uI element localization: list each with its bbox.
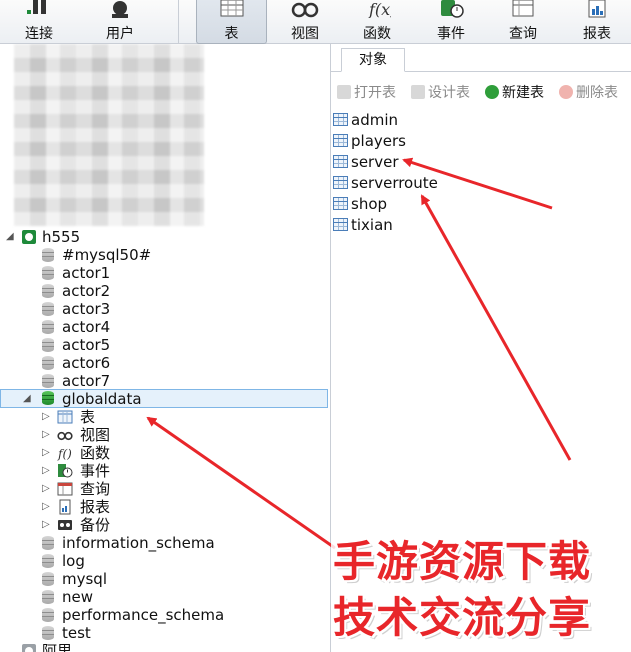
tree-node-backups[interactable]: ▷ 备份 <box>0 516 330 534</box>
table-icon <box>57 410 73 424</box>
table-icon <box>220 0 243 17</box>
database-icon <box>42 374 54 388</box>
collapse-arrow-icon[interactable]: ◢ <box>6 230 16 244</box>
database-icon <box>42 572 54 586</box>
database-open-icon <box>42 391 54 405</box>
table-icon <box>333 176 348 189</box>
view-icon <box>291 2 319 18</box>
database-icon <box>42 590 54 604</box>
toolbar-table-button[interactable]: 表 <box>196 0 267 44</box>
add-icon <box>485 85 499 99</box>
toolbar-user-button[interactable]: 用户 <box>90 0 150 44</box>
expand-arrow-icon[interactable]: ▷ <box>42 500 52 514</box>
event-icon <box>58 464 73 478</box>
tree-db-actor6[interactable]: actor6 <box>0 354 330 372</box>
toolbar-report-button[interactable]: 报表 <box>564 0 630 44</box>
new-table-button[interactable]: 新建表 <box>485 82 544 101</box>
svg-text:f(x): f(x) <box>368 0 391 18</box>
object-actions-bar: 打开表 设计表 新建表 删除表 <box>331 78 631 104</box>
expand-arrow-icon[interactable]: ▷ <box>42 446 52 460</box>
report-icon <box>588 0 606 18</box>
view-icon <box>57 431 73 441</box>
design-table-button[interactable]: 设计表 <box>411 82 470 101</box>
toolbar-event-button[interactable]: 事件 <box>418 0 484 44</box>
delete-table-button[interactable]: 删除表 <box>559 82 618 101</box>
database-icon <box>42 554 54 568</box>
tree-db-information-schema[interactable]: information_schema <box>0 534 330 552</box>
table-icon <box>333 113 348 126</box>
report-icon <box>59 499 71 515</box>
connection-icon <box>22 644 36 652</box>
tree-node-views[interactable]: ▷ 视图 <box>0 426 330 444</box>
tree-db-actor7[interactable]: actor7 <box>0 372 330 390</box>
event-icon <box>441 0 464 18</box>
main-toolbar: 连接 用户 表 视图 f(x) 函数 事件 查询 报表 <box>0 0 631 44</box>
tree-db-actor2[interactable]: actor2 <box>0 282 330 300</box>
tree-db-actor3[interactable]: actor3 <box>0 300 330 318</box>
collapse-arrow-icon[interactable]: ◢ <box>23 392 33 406</box>
expand-arrow-icon[interactable]: ▷ <box>42 518 52 532</box>
tree-db-actor5[interactable]: actor5 <box>0 336 330 354</box>
svg-text:f(): f() <box>57 447 72 461</box>
database-icon <box>42 356 54 370</box>
table-icon <box>333 134 348 147</box>
tree-node-events[interactable]: ▷ 事件 <box>0 462 330 480</box>
tree-connection-h555[interactable]: ◢ h555 <box>0 228 330 246</box>
design-table-icon <box>411 85 425 99</box>
query-icon <box>512 0 534 17</box>
tab-objects[interactable]: 对象 <box>341 48 405 72</box>
table-icon <box>333 197 348 210</box>
function-icon: f(x) <box>368 0 391 18</box>
table-icon <box>333 218 348 231</box>
database-icon <box>42 248 54 262</box>
object-tabbar: 对象 <box>331 44 631 72</box>
tree-node-tables[interactable]: ▷ 表 <box>0 408 330 426</box>
tree-db-log[interactable]: log <box>0 552 330 570</box>
open-table-icon <box>337 85 351 99</box>
tree-db-actor1[interactable]: actor1 <box>0 264 330 282</box>
toolbar-view-button[interactable]: 视图 <box>272 0 338 44</box>
redacted-connections <box>14 44 204 226</box>
database-icon <box>42 302 54 316</box>
tree-connection-aliyun[interactable]: 阿里 <box>0 642 330 652</box>
tree-db-mysql[interactable]: mysql <box>0 570 330 588</box>
expand-arrow-icon[interactable]: ▷ <box>42 464 52 478</box>
mysql-connection-icon <box>22 230 36 244</box>
table-icon <box>333 155 348 168</box>
tree-node-functions[interactable]: ▷ f() 函数 <box>0 444 330 462</box>
connection-icon <box>27 0 46 14</box>
delete-icon <box>559 85 573 99</box>
open-table-button[interactable]: 打开表 <box>337 82 396 101</box>
database-icon <box>42 284 54 298</box>
database-icon <box>42 608 54 622</box>
toolbar-function-button[interactable]: f(x) 函数 <box>344 0 410 44</box>
table-list: admin players server serverroute shop ti… <box>331 108 631 238</box>
expand-arrow-icon[interactable]: ▷ <box>42 410 52 424</box>
tree-db-actor4[interactable]: actor4 <box>0 318 330 336</box>
backup-icon <box>58 520 72 530</box>
expand-arrow-icon[interactable]: ▷ <box>42 482 52 496</box>
tree-db-performance-schema[interactable]: performance_schema <box>0 606 330 624</box>
toolbar-query-button[interactable]: 查询 <box>490 0 556 44</box>
query-icon <box>57 482 73 496</box>
database-icon <box>42 338 54 352</box>
function-icon: f() <box>57 447 72 461</box>
database-icon <box>42 626 54 640</box>
tree-db-new[interactable]: new <box>0 588 330 606</box>
tree-db-globaldata[interactable]: ◢ globaldata <box>0 389 328 408</box>
expand-arrow-icon[interactable]: ▷ <box>42 428 52 442</box>
tree-db-mysql50[interactable]: #mysql50# <box>0 246 330 264</box>
tree-node-reports[interactable]: ▷ 报表 <box>0 498 330 516</box>
database-icon <box>42 320 54 334</box>
tree-node-queries[interactable]: ▷ 查询 <box>0 480 330 498</box>
user-icon <box>112 1 128 18</box>
database-icon <box>42 266 54 280</box>
navigation-tree: ◢ h555 #mysql50# actor1 actor2 actor3 ac… <box>0 44 331 652</box>
toolbar-separator <box>178 0 179 44</box>
tree-db-test[interactable]: test <box>0 624 330 642</box>
watermark: 手游资源下载 技术交流分享 <box>331 520 631 652</box>
database-icon <box>42 536 54 550</box>
toolbar-connection-button[interactable]: 连接 <box>10 0 68 44</box>
